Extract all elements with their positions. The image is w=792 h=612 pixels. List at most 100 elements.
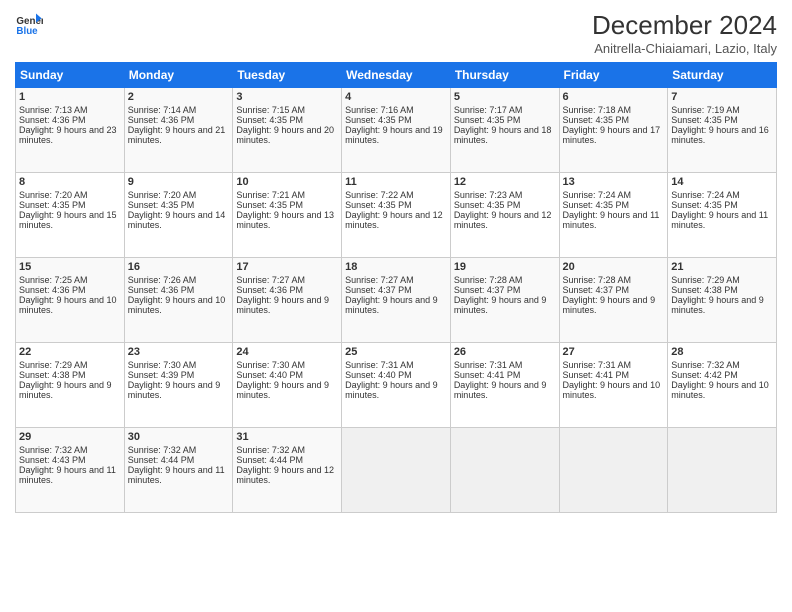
calendar-cell: 1 Sunrise: 7:13 AM Sunset: 4:36 PM Dayli…: [16, 88, 125, 173]
daylight-label: Daylight: 9 hours and 19 minutes.: [345, 125, 443, 145]
day-number: 19: [454, 261, 556, 273]
sunrise-label: Sunrise: 7:25 AM: [19, 275, 88, 285]
main-title: December 2024: [592, 10, 777, 41]
sunset-label: Sunset: 4:37 PM: [454, 285, 521, 295]
daylight-label: Daylight: 9 hours and 10 minutes.: [19, 295, 117, 315]
sunrise-label: Sunrise: 7:31 AM: [454, 360, 523, 370]
day-number: 21: [671, 261, 773, 273]
sunrise-label: Sunrise: 7:19 AM: [671, 105, 740, 115]
sunset-label: Sunset: 4:36 PM: [236, 285, 303, 295]
daylight-label: Daylight: 9 hours and 9 minutes.: [563, 295, 656, 315]
calendar-cell: 13 Sunrise: 7:24 AM Sunset: 4:35 PM Dayl…: [559, 173, 668, 258]
day-number: 3: [236, 91, 338, 103]
sunset-label: Sunset: 4:38 PM: [19, 370, 86, 380]
sunset-label: Sunset: 4:35 PM: [563, 115, 630, 125]
day-number: 7: [671, 91, 773, 103]
calendar-cell: 11 Sunrise: 7:22 AM Sunset: 4:35 PM Dayl…: [342, 173, 451, 258]
sunrise-label: Sunrise: 7:30 AM: [236, 360, 305, 370]
daylight-label: Daylight: 9 hours and 12 minutes.: [345, 210, 443, 230]
calendar-cell: 28 Sunrise: 7:32 AM Sunset: 4:42 PM Dayl…: [668, 343, 777, 428]
calendar-cell: 30 Sunrise: 7:32 AM Sunset: 4:44 PM Dayl…: [124, 428, 233, 513]
daylight-label: Daylight: 9 hours and 13 minutes.: [236, 210, 334, 230]
sunrise-label: Sunrise: 7:29 AM: [671, 275, 740, 285]
sunset-label: Sunset: 4:40 PM: [345, 370, 412, 380]
col-header-saturday: Saturday: [668, 63, 777, 88]
daylight-label: Daylight: 9 hours and 10 minutes.: [671, 380, 769, 400]
day-number: 1: [19, 91, 121, 103]
day-number: 25: [345, 346, 447, 358]
daylight-label: Daylight: 9 hours and 12 minutes.: [236, 465, 334, 485]
calendar-cell: 26 Sunrise: 7:31 AM Sunset: 4:41 PM Dayl…: [450, 343, 559, 428]
sunset-label: Sunset: 4:35 PM: [563, 200, 630, 210]
sunrise-label: Sunrise: 7:31 AM: [563, 360, 632, 370]
daylight-label: Daylight: 9 hours and 9 minutes.: [345, 295, 438, 315]
sunrise-label: Sunrise: 7:29 AM: [19, 360, 88, 370]
sunset-label: Sunset: 4:36 PM: [128, 285, 195, 295]
col-header-tuesday: Tuesday: [233, 63, 342, 88]
day-number: 18: [345, 261, 447, 273]
sunset-label: Sunset: 4:35 PM: [345, 200, 412, 210]
daylight-label: Daylight: 9 hours and 9 minutes.: [454, 380, 547, 400]
sunset-label: Sunset: 4:37 PM: [345, 285, 412, 295]
sunset-label: Sunset: 4:35 PM: [454, 200, 521, 210]
sunset-label: Sunset: 4:44 PM: [128, 455, 195, 465]
calendar-cell: [559, 428, 668, 513]
calendar-cell: [450, 428, 559, 513]
sunrise-label: Sunrise: 7:32 AM: [19, 445, 88, 455]
col-header-sunday: Sunday: [16, 63, 125, 88]
sub-title: Anitrella-Chiaiamari, Lazio, Italy: [592, 41, 777, 56]
day-number: 13: [563, 176, 665, 188]
day-number: 11: [345, 176, 447, 188]
calendar-cell: 3 Sunrise: 7:15 AM Sunset: 4:35 PM Dayli…: [233, 88, 342, 173]
calendar-table: SundayMondayTuesdayWednesdayThursdayFrid…: [15, 62, 777, 513]
sunset-label: Sunset: 4:41 PM: [454, 370, 521, 380]
title-section: December 2024 Anitrella-Chiaiamari, Lazi…: [592, 10, 777, 56]
sunset-label: Sunset: 4:35 PM: [236, 200, 303, 210]
day-number: 31: [236, 431, 338, 443]
daylight-label: Daylight: 9 hours and 15 minutes.: [19, 210, 117, 230]
calendar-cell: 7 Sunrise: 7:19 AM Sunset: 4:35 PM Dayli…: [668, 88, 777, 173]
day-number: 14: [671, 176, 773, 188]
daylight-label: Daylight: 9 hours and 21 minutes.: [128, 125, 226, 145]
sunrise-label: Sunrise: 7:32 AM: [236, 445, 305, 455]
sunset-label: Sunset: 4:42 PM: [671, 370, 738, 380]
daylight-label: Daylight: 9 hours and 14 minutes.: [128, 210, 226, 230]
day-number: 6: [563, 91, 665, 103]
sunrise-label: Sunrise: 7:15 AM: [236, 105, 305, 115]
sunrise-label: Sunrise: 7:28 AM: [563, 275, 632, 285]
sunset-label: Sunset: 4:38 PM: [671, 285, 738, 295]
day-number: 12: [454, 176, 556, 188]
col-header-friday: Friday: [559, 63, 668, 88]
sunrise-label: Sunrise: 7:30 AM: [128, 360, 197, 370]
daylight-label: Daylight: 9 hours and 9 minutes.: [236, 295, 329, 315]
day-number: 17: [236, 261, 338, 273]
daylight-label: Daylight: 9 hours and 12 minutes.: [454, 210, 552, 230]
col-header-thursday: Thursday: [450, 63, 559, 88]
calendar-cell: 8 Sunrise: 7:20 AM Sunset: 4:35 PM Dayli…: [16, 173, 125, 258]
calendar-cell: 2 Sunrise: 7:14 AM Sunset: 4:36 PM Dayli…: [124, 88, 233, 173]
sunrise-label: Sunrise: 7:18 AM: [563, 105, 632, 115]
day-number: 29: [19, 431, 121, 443]
day-number: 27: [563, 346, 665, 358]
daylight-label: Daylight: 9 hours and 9 minutes.: [671, 295, 764, 315]
daylight-label: Daylight: 9 hours and 11 minutes.: [19, 465, 116, 485]
sunrise-label: Sunrise: 7:24 AM: [563, 190, 632, 200]
sunset-label: Sunset: 4:44 PM: [236, 455, 303, 465]
sunset-label: Sunset: 4:36 PM: [19, 285, 86, 295]
daylight-label: Daylight: 9 hours and 11 minutes.: [671, 210, 768, 230]
day-number: 23: [128, 346, 230, 358]
sunrise-label: Sunrise: 7:32 AM: [671, 360, 740, 370]
calendar-cell: 19 Sunrise: 7:28 AM Sunset: 4:37 PM Dayl…: [450, 258, 559, 343]
calendar-cell: 22 Sunrise: 7:29 AM Sunset: 4:38 PM Dayl…: [16, 343, 125, 428]
day-number: 28: [671, 346, 773, 358]
logo: General Blue: [15, 10, 43, 38]
day-number: 15: [19, 261, 121, 273]
calendar-cell: 6 Sunrise: 7:18 AM Sunset: 4:35 PM Dayli…: [559, 88, 668, 173]
calendar-cell: 25 Sunrise: 7:31 AM Sunset: 4:40 PM Dayl…: [342, 343, 451, 428]
sunrise-label: Sunrise: 7:21 AM: [236, 190, 305, 200]
sunset-label: Sunset: 4:35 PM: [345, 115, 412, 125]
daylight-label: Daylight: 9 hours and 9 minutes.: [128, 380, 221, 400]
sunset-label: Sunset: 4:35 PM: [671, 200, 738, 210]
day-number: 22: [19, 346, 121, 358]
sunset-label: Sunset: 4:35 PM: [671, 115, 738, 125]
